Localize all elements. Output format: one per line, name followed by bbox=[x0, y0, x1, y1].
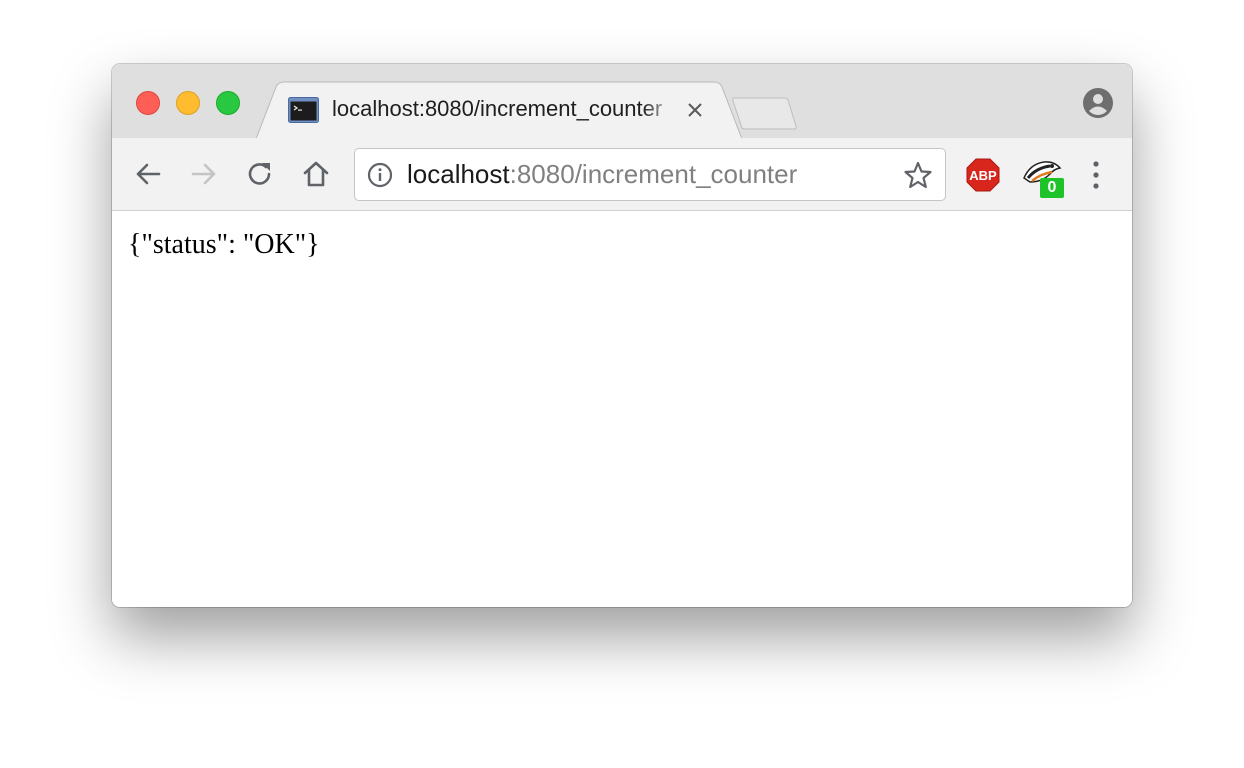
terminal-icon bbox=[288, 97, 319, 123]
home-icon[interactable] bbox=[300, 158, 332, 190]
window-minimize-button[interactable] bbox=[176, 91, 200, 115]
new-tab-button[interactable] bbox=[732, 97, 802, 130]
url-path: :8080/increment_counter bbox=[509, 159, 798, 189]
adblock-plus-icon[interactable]: ABP bbox=[966, 158, 1000, 192]
address-bar-url[interactable]: localhost:8080/increment_counter bbox=[407, 149, 797, 200]
page-content: {"status": "OK"} bbox=[112, 211, 1132, 607]
close-icon[interactable] bbox=[686, 101, 704, 119]
forward-arrow-icon[interactable] bbox=[188, 158, 220, 190]
url-host: localhost bbox=[407, 159, 510, 189]
tab-strip: localhost:8080/increment_counter bbox=[112, 64, 1132, 139]
more-menu-icon[interactable] bbox=[1084, 158, 1108, 192]
reload-icon[interactable] bbox=[244, 158, 276, 190]
json-response-text: {"status": "OK"} bbox=[128, 229, 320, 260]
address-bar[interactable]: localhost:8080/increment_counter bbox=[354, 148, 946, 201]
adblock-label: ABP bbox=[969, 168, 997, 183]
active-tab[interactable]: localhost:8080/increment_counter bbox=[256, 81, 742, 139]
star-icon[interactable] bbox=[903, 160, 933, 190]
info-icon[interactable] bbox=[367, 162, 393, 188]
browser-window: localhost:8080/increment_counter localho… bbox=[112, 64, 1132, 607]
window-maximize-button[interactable] bbox=[216, 91, 240, 115]
tracker-count-badge: 0 bbox=[1040, 178, 1064, 198]
window-close-button[interactable] bbox=[136, 91, 160, 115]
browser-toolbar: localhost:8080/increment_counter ABP 0 bbox=[112, 138, 1132, 211]
tab-title: localhost:8080/increment_counter bbox=[332, 96, 663, 121]
profile-avatar-icon[interactable] bbox=[1082, 87, 1114, 119]
back-arrow-icon[interactable] bbox=[132, 158, 164, 190]
